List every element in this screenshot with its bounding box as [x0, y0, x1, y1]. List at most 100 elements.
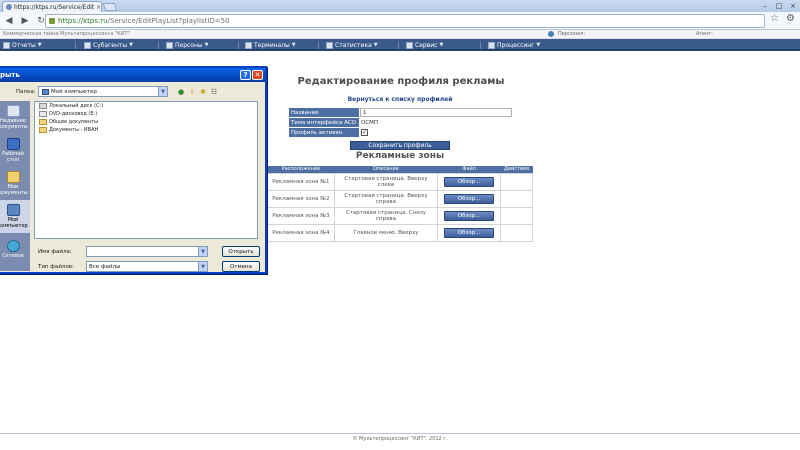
place-my-computer[interactable]: Мой компьютер [0, 200, 30, 233]
lock-icon [49, 18, 55, 24]
list-item[interactable]: Общие документы [35, 118, 257, 126]
wrench-menu-icon[interactable]: ⚙ [786, 13, 795, 24]
reports-icon [3, 41, 10, 49]
menu-item-terminals[interactable]: Терминалы ▼ [245, 40, 296, 50]
active-label: Профиль активен [289, 128, 359, 137]
filename-input[interactable]: ▼ [86, 246, 208, 257]
form-row-theme: Тема интерфейса АСО ОСМП [289, 118, 519, 127]
name-input[interactable]: 1 [360, 108, 512, 117]
up-folder-icon[interactable]: ⇧ [187, 87, 197, 97]
column-header: Описание [334, 166, 438, 173]
page-title: Редактирование профиля рекламы [297, 76, 505, 87]
chevron-down-icon: ▼ [291, 42, 296, 48]
processing-icon [488, 41, 495, 49]
zone-file-cell: Обзор... [437, 172, 502, 191]
browse-button[interactable]: Обзор... [444, 193, 495, 204]
user-label: Персонал: [558, 31, 586, 37]
browse-button[interactable]: Обзор... [444, 210, 495, 221]
chevron-down-icon: ▼ [536, 42, 541, 48]
bookmark-star-icon[interactable]: ☆ [770, 13, 779, 24]
list-item[interactable]: Документы - ИВАН [35, 126, 257, 134]
browse-button[interactable]: Обзор... [444, 176, 495, 187]
zone-file-cell: Обзор... [437, 223, 502, 242]
menu-item-persons[interactable]: Персоны ▼ [166, 40, 209, 50]
back-icon[interactable]: ● [176, 87, 186, 97]
file-list[interactable]: Локальный диск (C:) DVD-дисковод (E:) Об… [34, 101, 258, 239]
chevron-down-icon[interactable]: ▼ [198, 247, 207, 256]
tab-close-icon[interactable]: × [96, 4, 101, 11]
place-label: Мои документы [0, 184, 28, 196]
menu-label: Персоны [175, 41, 203, 49]
my-documents-icon [6, 171, 20, 183]
column-header: Расположение [267, 166, 335, 173]
dialog-title-bar[interactable]: рыть ? ✕ [0, 68, 265, 82]
menu-label: Процессинг [497, 41, 535, 49]
back-arrow-icon[interactable]: ◀ [2, 14, 16, 28]
help-button[interactable]: ? [240, 70, 251, 80]
zone-location: Рекламная зона №1 [267, 172, 335, 191]
place-label: Рабочий стол [2, 151, 24, 163]
menu-item-service[interactable]: Сервис ▼ [406, 40, 443, 50]
zone-actions [500, 223, 533, 242]
browse-button[interactable]: Обзор... [444, 227, 495, 238]
menu-divider [238, 41, 239, 49]
computer-icon [42, 88, 49, 95]
network-icon [6, 240, 20, 252]
chevron-down-icon: ▼ [373, 42, 378, 48]
zone-description: Стартовая страница. Вверху справа [333, 189, 439, 208]
chevron-down-icon[interactable]: ▼ [158, 87, 167, 96]
menu-item-statistics[interactable]: Статистика ▼ [326, 40, 378, 50]
zone-actions [500, 206, 533, 225]
recent-documents-icon [6, 105, 20, 117]
folder-icon [39, 119, 47, 125]
menu-item-subagents[interactable]: Субагенты ▼ [84, 40, 133, 50]
dialog-close-button[interactable]: ✕ [252, 70, 263, 80]
cancel-button[interactable]: Отмена [222, 261, 260, 272]
favicon-icon [6, 4, 12, 10]
close-window-button[interactable]: × [786, 0, 800, 11]
filetype-select[interactable]: Все файлы ▼ [86, 261, 208, 272]
menu-item-processing[interactable]: Процессинг ▼ [488, 40, 540, 50]
place-recent[interactable]: Недавние документы [0, 101, 30, 134]
column-header: Файл [437, 166, 501, 173]
browser-tab[interactable]: https://ktps.ru/Service/EditPl × [2, 1, 102, 12]
theme-value: ОСМП [361, 119, 379, 126]
address-bar[interactable]: https://ktps.ru /Service/EditPlayList?pl… [45, 14, 765, 28]
open-button[interactable]: Открыть [222, 246, 260, 257]
look-in-label: Папка: [16, 89, 36, 95]
table-row: Рекламная зона №3 Стартовая страница. Сн… [267, 206, 533, 225]
menu-divider [75, 41, 76, 49]
look-in-value: Мой компьютер [51, 88, 97, 95]
list-item[interactable]: DVD-дисковод (E:) [35, 110, 257, 118]
role-label: Агент: [696, 31, 713, 37]
active-checkbox[interactable]: ✓ [361, 129, 368, 136]
dialog-title: рыть [0, 71, 20, 79]
filetype-value: Все файлы [89, 263, 121, 270]
back-to-profiles-link[interactable]: Вернуться к списку профилей [340, 96, 460, 103]
new-tab-button[interactable] [102, 3, 118, 11]
file-open-dialog: рыть ? ✕ Папка: Мой компьютер ▼ ● ⇧ ✱ ☷ … [0, 66, 267, 274]
menu-divider [480, 41, 481, 49]
view-menu-icon[interactable]: ☷ [209, 87, 219, 97]
list-item[interactable]: Локальный диск (C:) [35, 102, 257, 110]
zone-location: Рекламная зона №2 [267, 189, 335, 208]
save-profile-button[interactable]: Сохранить профиль [350, 141, 450, 150]
place-desktop[interactable]: Рабочий стол [0, 134, 30, 167]
new-folder-icon[interactable]: ✱ [198, 87, 208, 97]
forward-arrow-icon[interactable]: ▶ [18, 14, 32, 28]
place-my-documents[interactable]: Мои документы [0, 167, 30, 200]
maximize-button[interactable]: □ [772, 0, 786, 11]
table-row: Рекламная зона №2 Стартовая страница. Вв… [267, 189, 533, 208]
look-in-select[interactable]: Мой компьютер ▼ [38, 86, 168, 97]
statistics-icon [326, 41, 333, 49]
menu-item-reports[interactable]: Отчеты ▼ [3, 40, 42, 50]
place-network[interactable]: Сетевое [0, 233, 30, 266]
minimize-button[interactable]: – [758, 0, 772, 11]
chevron-down-icon[interactable]: ▼ [198, 262, 207, 271]
menu-label: Терминалы [254, 41, 290, 49]
chevron-down-icon: ▼ [129, 42, 133, 48]
menu-divider [398, 41, 399, 49]
main-menu-bar: Отчеты ▼ Субагенты ▼ Персоны ▼ Терминалы… [0, 39, 800, 51]
zone-actions [500, 172, 533, 191]
url-path: /Service/EditPlayList?playlistID=50 [107, 17, 230, 25]
